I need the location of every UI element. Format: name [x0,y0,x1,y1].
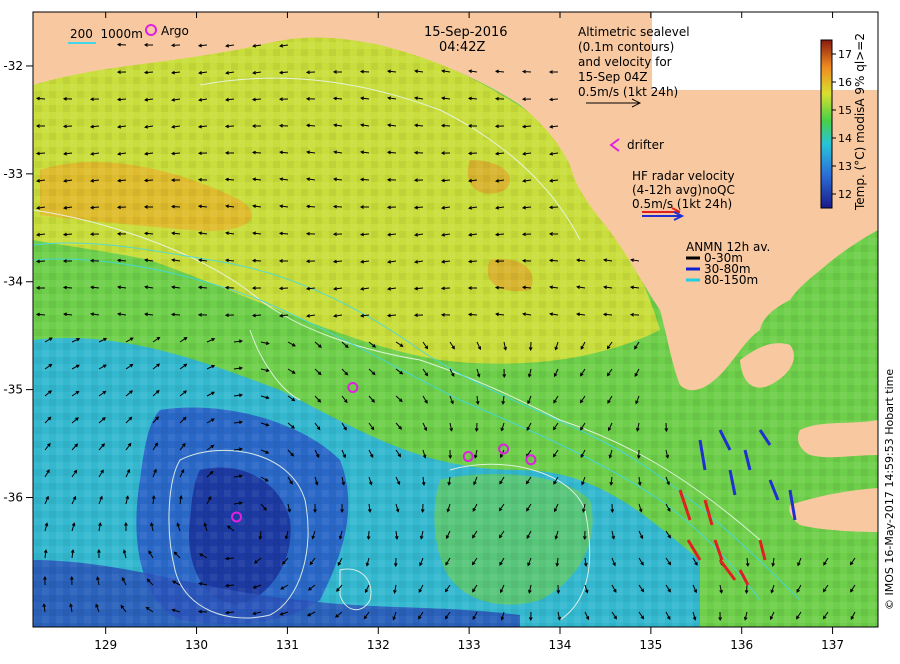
credit-text: © IMOS 16-May-2017 14:59:53 Hobart time [883,369,896,610]
map-plot-area [33,12,878,627]
lon-tick-label-0: 129 [94,638,117,652]
anmn-label-2: 80-150m [704,273,758,287]
lon-tick-label-7: 136 [730,638,753,652]
depth-legend: 200 1000m [68,27,143,44]
cb-tick-label-3: 14 [838,132,852,145]
colorbar-label: Temp. (°C) modisA 9% ql>=2 [853,33,867,211]
cb-tick-label-4: 13 [838,160,852,173]
altimetry-line-1: Altimetric sealevel [578,25,690,39]
ocean-map-figure: 129 130 131 132 133 134 135 136 137 -32 -33 -34 -35… [0,0,900,660]
latitude-axis: -32 -33 -34 -35 -36 [3,59,33,505]
lon-tick-label-5: 134 [549,638,572,652]
argo-legend-label: Argo [161,24,189,38]
depth-legend-label: 200 1000m [70,27,143,41]
hf-line-3: 0.5m/s (1kt 24h) [632,197,732,211]
lon-tick-label-4: 133 [458,638,481,652]
colorbar-gradient [820,39,833,209]
altimetry-line-4: 15-Sep 04Z [578,70,648,84]
altimetry-line-3: and velocity for [578,55,672,69]
hf-line-1: HF radar velocity [632,169,735,183]
cb-tick-label-5: 12 [838,188,852,201]
lat-tick-label-1: -33 [3,167,23,181]
lat-tick-label-3: -35 [3,383,23,397]
altimetry-line-2: (0.1m contours) [578,40,674,54]
cb-tick-label-2: 15 [838,104,852,117]
lon-tick-label-3: 132 [367,638,390,652]
sst-map: 129 130 131 132 133 134 135 136 137 -32 -33 -34 -35… [3,11,896,652]
cb-tick-label-1: 16 [838,76,852,89]
map-date: 15-Sep-2016 [424,25,508,40]
lon-tick-label-2: 131 [276,638,299,652]
altimetry-line-5: 0.5m/s (1kt 24h) [578,85,678,99]
map-time: 04:42Z [439,40,485,55]
drifter-label: drifter [627,138,664,152]
cb-tick-label-0: 17 [838,48,852,61]
lon-tick-label-8: 137 [821,638,844,652]
lon-tick-label-1: 130 [185,638,208,652]
lat-tick-label-4: -36 [3,491,23,505]
hf-line-2: (4-12h avg)noQC [632,183,735,197]
lon-tick-label-6: 135 [639,638,662,652]
lat-tick-label-0: -32 [3,59,23,73]
lat-tick-label-2: -34 [3,275,23,289]
